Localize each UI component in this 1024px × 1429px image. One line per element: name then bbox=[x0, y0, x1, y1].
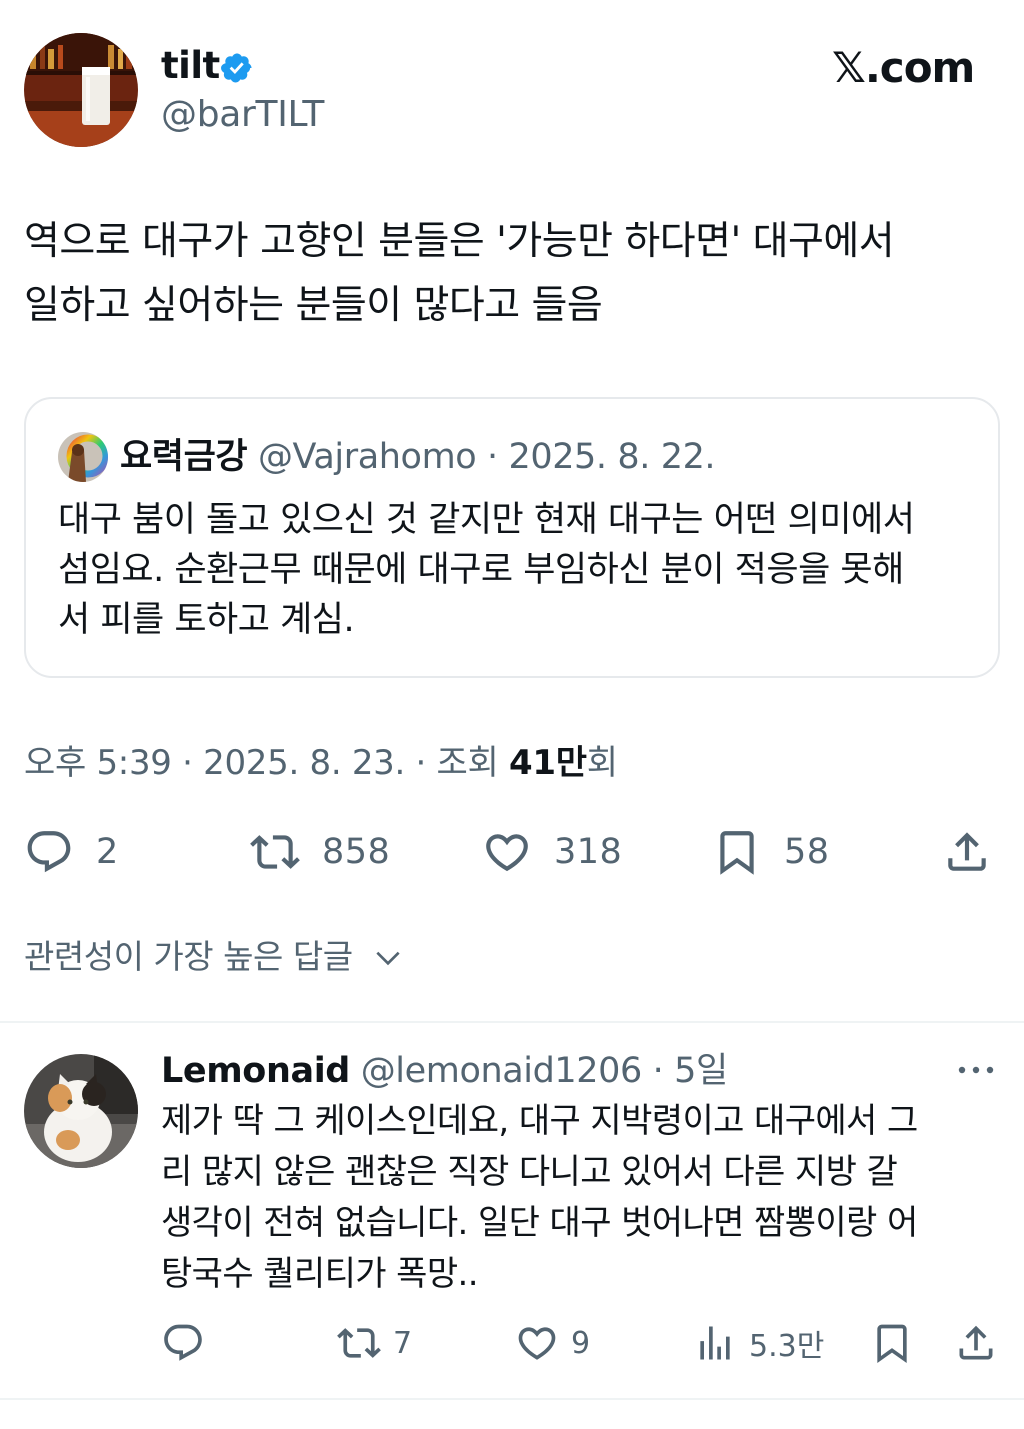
tweet-line: 일하고 싶어하는 분들이 많다고 들음 bbox=[24, 283, 603, 328]
reply-icon bbox=[27, 831, 71, 873]
bookmark-icon bbox=[720, 831, 754, 875]
tweet-text: 역으로 대구가 고향인 분들은 '가능만 하다면' 대구에서 일하고 싶어하는 … bbox=[24, 210, 994, 338]
quote-line: 섬임요. 순환근무 때문에 대구로 부임하신 분이 적응을 못해 bbox=[58, 550, 904, 590]
reply-author-avatar[interactable] bbox=[24, 1054, 138, 1168]
quote-line: 서 피를 토하고 계심. bbox=[58, 600, 355, 640]
reply-line: 제가 딱 그 케이스인데요, 대구 지박령이고 대구에서 그 bbox=[161, 1101, 918, 1141]
bookmark-count: 58 bbox=[784, 832, 830, 872]
tweet-line: 역으로 대구가 고향인 분들은 '가능만 하다면' 대구에서 bbox=[24, 219, 895, 264]
more-icon[interactable] bbox=[956, 1060, 996, 1080]
like-icon bbox=[518, 1327, 556, 1360]
reply-author-name[interactable]: Lemonaid bbox=[161, 1051, 350, 1091]
reply-meta: @lemonaid1206 · 5일 bbox=[360, 1051, 728, 1091]
share-icon bbox=[959, 1325, 993, 1360]
reply-repost-count: 7 bbox=[393, 1325, 413, 1361]
author-name[interactable]: tilt bbox=[161, 42, 220, 90]
reply-text: 제가 딱 그 케이스인데요, 대구 지박령이고 대구에서 그 리 많지 않은 괜… bbox=[161, 1096, 1001, 1300]
quote-author-avatar[interactable] bbox=[58, 432, 108, 482]
share-icon bbox=[948, 832, 986, 871]
reply-sort-label[interactable]: 관련성이 가장 높은 답글 bbox=[24, 932, 353, 982]
reply-like-button[interactable]: 9 bbox=[515, 1318, 590, 1368]
quote-header: 요력금강 @Vajrahomo · 2025. 8. 22. bbox=[120, 432, 716, 482]
divider bbox=[0, 1021, 1024, 1023]
like-icon bbox=[486, 834, 528, 872]
reply-views-count: 5.3만 bbox=[749, 1329, 825, 1364]
chevron-down-icon[interactable] bbox=[372, 942, 404, 974]
site-logo: 𝕏.com bbox=[832, 43, 975, 92]
author-avatar[interactable] bbox=[24, 33, 138, 147]
tweet-meta: 오후 5:39 · 2025. 8. 23. · 조회 41만회 bbox=[24, 738, 618, 788]
reply-line: 생각이 전혀 없습니다. 일단 대구 벗어나면 짬뽕이랑 어 bbox=[161, 1203, 918, 1243]
author-handle[interactable]: @barTILT bbox=[161, 93, 324, 137]
views-icon bbox=[700, 1326, 730, 1360]
reply-button[interactable]: 2 bbox=[24, 822, 119, 882]
quote-line: 대구 붐이 돌고 있으신 것 같지만 현재 대구는 어떤 의미에서 bbox=[58, 500, 915, 540]
tweet-timestamp[interactable]: 오후 5:39 · 2025. 8. 23. · 조회 bbox=[24, 743, 509, 783]
reply-views-button[interactable]: 5.3만 bbox=[693, 1318, 824, 1368]
repost-count: 858 bbox=[322, 832, 391, 872]
repost-icon bbox=[337, 1328, 381, 1358]
views-suffix: 회 bbox=[586, 743, 618, 783]
reply-share-button[interactable] bbox=[954, 1318, 998, 1368]
verified-badge-icon bbox=[220, 51, 254, 85]
bookmark-icon bbox=[877, 1324, 907, 1364]
reply-count: 2 bbox=[96, 832, 119, 872]
like-button[interactable]: 318 bbox=[482, 822, 622, 882]
share-button[interactable] bbox=[942, 822, 992, 882]
reply-repost-button[interactable]: 7 bbox=[337, 1318, 412, 1368]
like-count: 318 bbox=[554, 832, 623, 872]
reply-header: Lemonaid @lemonaid1206 · 5일 bbox=[161, 1046, 728, 1096]
views-count: 41만 bbox=[509, 743, 587, 783]
reply-line: 탕국수 퀄리티가 폭망.. bbox=[161, 1254, 479, 1294]
reply-like-count: 9 bbox=[571, 1325, 591, 1361]
reply-reply-button[interactable] bbox=[161, 1318, 205, 1368]
quote-text: 대구 붐이 돌고 있으신 것 같지만 현재 대구는 어떤 의미에서 섬임요. 순… bbox=[58, 495, 978, 645]
quote-author-name[interactable]: 요력금강 bbox=[120, 437, 248, 477]
reply-line: 리 많지 않은 괜찮은 직장 다니고 있어서 다른 지방 갈 bbox=[161, 1152, 898, 1192]
quote-meta: @Vajrahomo · 2025. 8. 22. bbox=[257, 437, 716, 477]
divider bbox=[0, 1398, 1024, 1400]
repost-button[interactable]: 858 bbox=[250, 822, 390, 882]
reply-bookmark-button[interactable] bbox=[870, 1318, 914, 1368]
repost-icon bbox=[250, 835, 300, 869]
bookmark-button[interactable]: 58 bbox=[712, 822, 830, 882]
reply-icon bbox=[164, 1324, 202, 1361]
